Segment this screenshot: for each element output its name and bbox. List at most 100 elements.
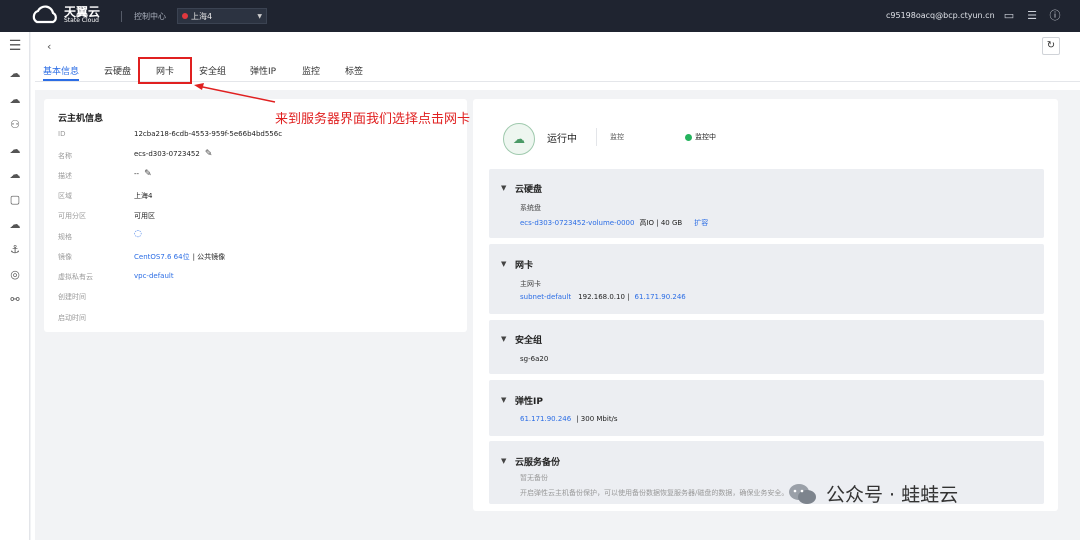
sidebar: ☰ ☁ ☁ ⚇ ☁ ☁ ▢ ☁ ⚓ ◎ ⚯ (0, 32, 30, 540)
annotation-highlight-box (138, 57, 192, 84)
section-title: 云硬盘 (515, 185, 543, 195)
vpc-label: 虚拟私有云 (58, 273, 93, 281)
database-icon[interactable]: ▢ (7, 192, 23, 208)
back-icon[interactable]: ‹ (47, 40, 51, 53)
network-icon[interactable]: ☁ (7, 217, 23, 233)
caret-down-icon[interactable]: ▼ (501, 335, 506, 343)
spec-label: 规格 (58, 233, 72, 241)
tab-basic-info[interactable]: 基本信息 (43, 64, 79, 77)
desc-text: -- (134, 170, 140, 178)
region-value: 上海4 (191, 11, 213, 21)
cloud-host-icon[interactable]: ☁ (7, 66, 23, 82)
chevron-down-icon: ▼ (257, 13, 262, 20)
cloud-logo-icon (32, 5, 57, 24)
tab-security-group[interactable]: 安全组 (199, 64, 226, 77)
desc-label: 描述 (58, 172, 72, 180)
help-icon[interactable]: ⓘ (1048, 9, 1062, 23)
tab-tags[interactable]: 标签 (345, 64, 363, 77)
section-subtitle: 系统盘 (520, 204, 541, 212)
loading-spinner-icon: ◌ (134, 229, 142, 239)
backup-desc-row: 开启弹性云主机备份保护，可以使用备份数据恢复服务器/磁盘的数据，确保业务安全。 … (520, 488, 804, 498)
cloud-storage-icon[interactable]: ☁ (7, 167, 23, 183)
name-label: 名称 (58, 152, 72, 160)
sg-link[interactable]: sg-6a20 (520, 355, 548, 363)
divider (596, 128, 597, 146)
image-label: 镜像 (58, 253, 72, 261)
eip-link[interactable]: 61.171.90.246 (635, 293, 686, 301)
region-select[interactable]: 上海4 ▼ (177, 8, 267, 24)
logo[interactable]: 天翼云 State Cloud (30, 5, 100, 25)
cloud-status-icon: ☁ (503, 123, 535, 155)
section-title: 网卡 (515, 261, 534, 271)
image-type: | 公共镜像 (192, 253, 226, 261)
link-icon[interactable]: ⚯ (7, 292, 23, 308)
caret-down-icon[interactable]: ▼ (501, 457, 506, 465)
run-state: 运行中 (547, 134, 577, 145)
account-name[interactable]: c95198oacq@bcp.ctyun.cn (886, 11, 995, 20)
name-text: ecs-d303-0723452 (134, 150, 200, 158)
location-pin-icon (182, 13, 188, 19)
message-icon[interactable]: ▭ (1002, 9, 1016, 23)
zone-value: 可用区 (134, 212, 155, 220)
annotation-arrow-icon (194, 83, 276, 103)
watermark-text: 公众号 · 蛙蛙云 (826, 484, 959, 506)
monitor-status: 监控中 (685, 132, 716, 142)
no-backup-text: 暂无备份 (520, 474, 548, 482)
backup-desc: 开启弹性云主机备份保护，可以使用备份数据恢复服务器/磁盘的数据，确保业务安全。 (520, 489, 789, 497)
zone-label: 可用分区 (58, 212, 86, 220)
expand-link[interactable]: 扩容 (694, 218, 708, 228)
tab-monitor[interactable]: 监控 (302, 64, 320, 77)
started-label: 启动时间 (58, 314, 86, 322)
section-backup: ▼ 云服务备份 暂无备份 开启弹性云主机备份保护，可以使用备份数据恢复服务器/磁… (489, 441, 1044, 504)
desc-value: -- ✎ (134, 169, 152, 179)
edit-icon[interactable]: ✎ (205, 149, 213, 159)
eip-address-link[interactable]: 61.171.90.246 (520, 415, 571, 423)
settings-icon[interactable]: ☰ (1025, 9, 1039, 23)
menu-icon[interactable]: ☰ (7, 38, 23, 54)
tab-elastic-ip[interactable]: 弹性IP (250, 64, 276, 77)
section-title: 安全组 (515, 336, 543, 346)
subnet-link[interactable]: subnet-default (520, 293, 571, 301)
cloud-disk-icon[interactable]: ☁ (7, 92, 23, 108)
section-cloud-disk: ▼ 云硬盘 系统盘 ecs-d303-0723452-volume-0000 高… (489, 169, 1044, 238)
check-circle-icon (685, 133, 692, 141)
monitor-value: 监控中 (695, 133, 716, 141)
monitor-label: 监控 (610, 133, 624, 141)
image-value: CentOS7.6 64位 | 公共镜像 (134, 252, 225, 262)
nic-row: subnet-default 192.168.0.10 | 61.171.90.… (520, 293, 686, 301)
eip-row: 61.171.90.246 | 300 Mbit/s (520, 415, 618, 423)
caret-down-icon[interactable]: ▼ (501, 260, 506, 268)
ip-icon[interactable]: ◎ (7, 267, 23, 283)
cluster-icon[interactable]: ⚇ (7, 117, 23, 133)
tab-active-indicator (43, 79, 79, 81)
anchor-icon[interactable]: ⚓ (7, 242, 23, 258)
disk-row: ecs-d303-0723452-volume-0000 高IO | 40 GB… (520, 218, 708, 228)
tab-cloud-disk[interactable]: 云硬盘 (104, 64, 131, 77)
logo-en: State Cloud (64, 17, 99, 24)
top-bar: 天翼云 State Cloud 控制中心 上海4 ▼ c95198oacq@bc… (0, 0, 1080, 32)
caret-down-icon[interactable]: ▼ (501, 396, 506, 404)
edit-icon[interactable]: ✎ (144, 169, 152, 179)
section-elastic-ip: ▼ 弹性IP 61.171.90.246 | 300 Mbit/s (489, 380, 1044, 436)
bandwidth: | 300 Mbit/s (576, 415, 618, 423)
disk-detail: 高IO | 40 GB (639, 219, 683, 227)
watermark: 公众号 · 蛙蛙云 (788, 480, 958, 507)
region-value: 上海4 (134, 192, 153, 200)
annotation-text: 来到服务器界面我们选择点击网卡 (275, 112, 471, 127)
section-security-group: ▼ 安全组 sg-6a20 (489, 320, 1044, 374)
console-link[interactable]: 控制中心 (134, 11, 166, 22)
created-label: 创建时间 (58, 293, 86, 301)
section-title: 弹性IP (515, 397, 543, 407)
image-link[interactable]: CentOS7.6 64位 (134, 252, 190, 262)
host-info-card: 云主机信息 ID 12cba218-6cdb-4553-959f-5e66b4b… (44, 99, 467, 332)
caret-down-icon[interactable]: ▼ (501, 184, 506, 192)
id-value: 12cba218-6cdb-4553-959f-5e66b4bd556c (134, 130, 283, 138)
name-value: ecs-d303-0723452 ✎ (134, 149, 212, 159)
host-info-title: 云主机信息 (58, 114, 104, 124)
refresh-button[interactable]: ↻ (1042, 37, 1060, 55)
section-subtitle: 主网卡 (520, 280, 541, 288)
cloud-outline-icon[interactable]: ☁ (7, 142, 23, 158)
volume-link[interactable]: ecs-d303-0723452-volume-0000 (520, 219, 634, 227)
vpc-link[interactable]: vpc-default (134, 272, 174, 280)
region-label: 区域 (58, 192, 72, 200)
